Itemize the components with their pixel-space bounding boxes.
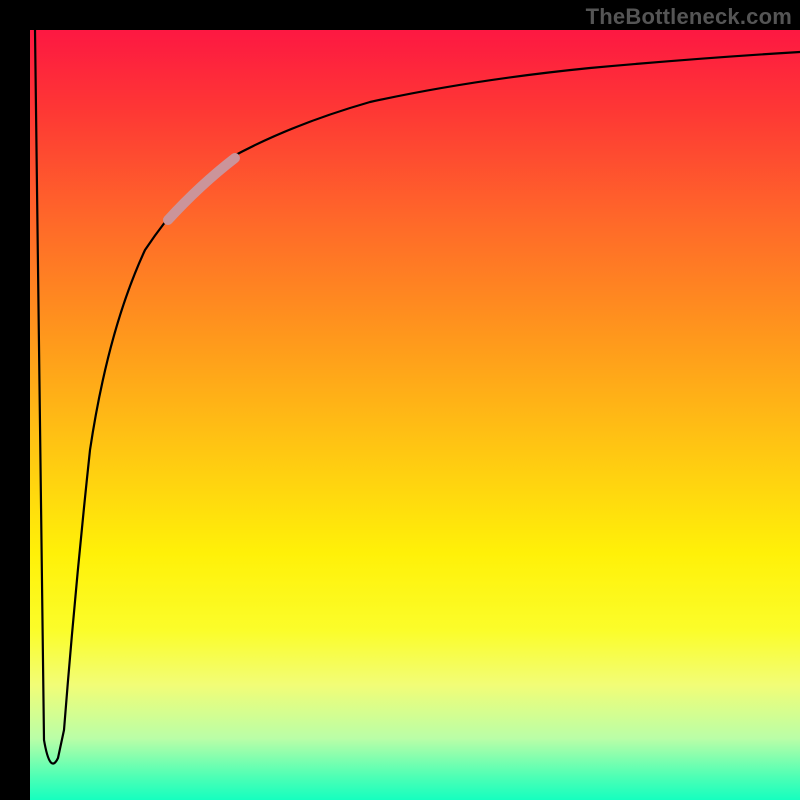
plot-area xyxy=(30,30,800,800)
chart-frame xyxy=(0,0,800,800)
main-curve xyxy=(35,30,800,764)
chart-root: TheBottleneck.com xyxy=(0,0,800,800)
curve-layer xyxy=(30,30,800,800)
watermark-label: TheBottleneck.com xyxy=(586,4,792,30)
highlight-segment xyxy=(168,158,235,220)
